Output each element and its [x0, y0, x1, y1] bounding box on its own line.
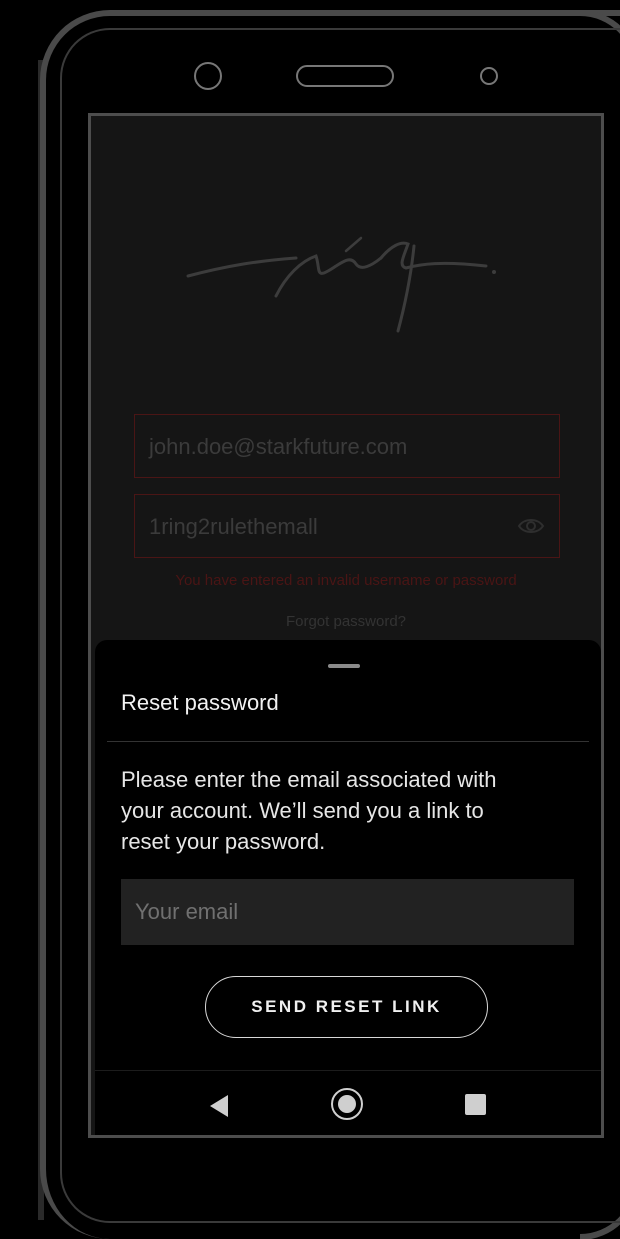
- front-camera-icon: [194, 62, 222, 90]
- device-mockup: john.doe@starkfuture.com 1ring2rulethema…: [0, 0, 620, 1239]
- recent-square-icon[interactable]: [465, 1094, 486, 1115]
- sheet-description: Please enter the email associated with y…: [121, 767, 497, 854]
- reset-email-input[interactable]: [121, 879, 574, 945]
- login-email-value: john.doe@starkfuture.com: [149, 434, 408, 459]
- login-error-message: You have entered an invalid username or …: [175, 572, 517, 589]
- eye-icon[interactable]: [517, 515, 545, 537]
- login-password-value: 1ring2rulethemall: [149, 514, 318, 539]
- sheet-divider: [107, 741, 589, 742]
- reset-password-sheet: Reset password Please enter the email as…: [95, 640, 601, 1070]
- sheet-drag-handle[interactable]: [328, 664, 360, 668]
- login-password-field[interactable]: 1ring2rulethemall: [134, 494, 560, 558]
- login-email-field[interactable]: john.doe@starkfuture.com: [134, 414, 560, 478]
- home-dot: [338, 1095, 356, 1113]
- back-triangle-icon[interactable]: [210, 1095, 228, 1117]
- earpiece-speaker: [296, 65, 394, 87]
- system-nav-bar: [95, 1070, 601, 1135]
- signature-logo-icon: [186, 236, 496, 333]
- sheet-title: Reset password: [121, 690, 279, 715]
- send-reset-link-button[interactable]: SEND RESET LINK: [205, 976, 488, 1038]
- sensor-icon: [480, 67, 498, 85]
- forgot-password-link[interactable]: Forgot password?: [91, 613, 601, 630]
- home-circle-icon[interactable]: [331, 1088, 363, 1120]
- phone-screen: john.doe@starkfuture.com 1ring2rulethema…: [88, 113, 604, 1138]
